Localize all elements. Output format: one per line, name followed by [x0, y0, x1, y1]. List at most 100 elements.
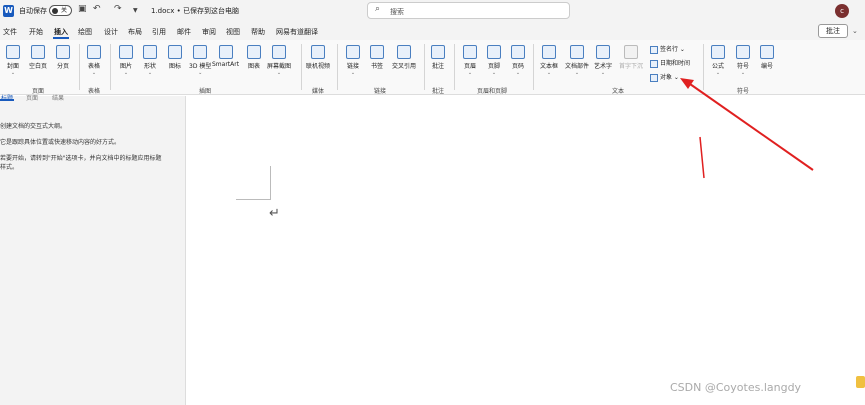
number-button[interactable]: 编号: [760, 45, 774, 70]
online-video-button[interactable]: 联机视频: [306, 45, 330, 70]
picture-label: 图片: [119, 63, 132, 70]
edit-pen-icon[interactable]: [856, 376, 865, 388]
customize-dropdown-icon[interactable]: ▼: [133, 7, 138, 14]
group-divider: [454, 44, 455, 90]
watermark: CSDN @Coyotes.langdy: [670, 381, 802, 394]
date-time-label: 日期和时间: [660, 60, 691, 67]
equation-button[interactable]: 公式 ⌄: [711, 45, 725, 76]
tab-home[interactable]: 开始: [29, 27, 43, 37]
quick-parts-label: 文档部件: [565, 63, 590, 70]
equation-label: 公式: [711, 63, 724, 70]
comment-button[interactable]: 批注: [818, 24, 848, 38]
tab-insert[interactable]: 插入: [54, 27, 68, 37]
nav-tab-results[interactable]: 结果: [52, 93, 64, 102]
wordart-label: 艺术字: [594, 63, 613, 70]
tab-design[interactable]: 设计: [104, 27, 118, 37]
shapes-button[interactable]: 形状 ⌄: [143, 45, 157, 76]
group-label-text: 文本: [612, 88, 625, 95]
group-label-tables: 表格: [88, 88, 101, 95]
blank-page-button[interactable]: 空白页: [29, 45, 47, 70]
save-icon[interactable]: ▣: [78, 4, 87, 14]
document-canvas[interactable]: [187, 96, 865, 405]
group-divider: [424, 44, 425, 90]
tab-file[interactable]: 文件: [3, 27, 17, 37]
tab-help[interactable]: 帮助: [251, 27, 265, 37]
object-button[interactable]: 对象 ⌄: [650, 72, 679, 82]
redo-icon[interactable]: ↷: [114, 4, 122, 14]
signature-line-button[interactable]: 签名行 ⌄: [650, 44, 685, 54]
tab-youdao[interactable]: 网易有道翻译: [276, 27, 318, 37]
tab-view[interactable]: 视图: [226, 27, 240, 37]
insert-comment-label: 批注: [431, 63, 444, 70]
quick-parts-button[interactable]: 文档部件 ⌄: [565, 45, 589, 76]
search-placeholder: 搜索: [390, 8, 404, 16]
undo-icon[interactable]: ↶: [93, 4, 101, 14]
page-break-button[interactable]: 分页: [56, 45, 70, 70]
autosave-toggle[interactable]: 关: [49, 5, 72, 16]
cover-label: 封面: [6, 63, 19, 70]
paragraph-mark: ↵: [269, 206, 280, 221]
table-button[interactable]: 表格 ⌄: [87, 45, 101, 76]
chevron-down-icon[interactable]: ⌄: [852, 27, 858, 35]
link-button[interactable]: 链接 ⌄: [346, 45, 360, 76]
drop-cap-button[interactable]: 首字下沉: [619, 45, 643, 70]
comment-icon: [431, 45, 445, 59]
group-label-links: 链接: [374, 88, 387, 95]
page-number-button[interactable]: 页码 ⌄: [511, 45, 525, 76]
icons-label: 图标: [168, 63, 181, 70]
nav-tab-pages[interactable]: 页面: [26, 93, 38, 102]
tab-mailings[interactable]: 邮件: [177, 27, 191, 37]
signature-icon: [650, 45, 658, 54]
icons-button[interactable]: 图标: [168, 45, 182, 70]
insert-comment-button[interactable]: 批注: [431, 45, 445, 70]
tab-review[interactable]: 审阅: [202, 27, 216, 37]
header-label: 页眉: [463, 63, 476, 70]
smartart-button[interactable]: SmartArt: [212, 45, 239, 68]
nav-pane-tabs: 标题 页面 结果: [0, 93, 186, 102]
quick-parts-icon: [570, 45, 584, 59]
screenshot-button[interactable]: 屏幕截图 ⌄: [267, 45, 291, 76]
symbol-button[interactable]: 符号 ⌄: [736, 45, 750, 76]
avatar[interactable]: c: [835, 4, 849, 18]
number-icon: [760, 45, 774, 59]
cross-reference-button[interactable]: 交叉引用: [392, 45, 416, 70]
header-button[interactable]: 页眉 ⌄: [463, 45, 477, 76]
group-divider: [703, 44, 704, 90]
omega-icon: [736, 45, 750, 59]
textbox-button[interactable]: 文本框 ⌄: [540, 45, 558, 76]
group-label-illustrations: 插图: [199, 88, 212, 95]
signature-line-label: 签名行: [660, 46, 679, 53]
shapes-label: 形状: [143, 63, 156, 70]
wordart-button[interactable]: 艺术字 ⌄: [594, 45, 612, 76]
symbol-label: 符号: [736, 63, 749, 70]
footer-button[interactable]: 页脚 ⌄: [487, 45, 501, 76]
page-number-icon: [511, 45, 525, 59]
group-divider: [110, 44, 111, 90]
cover-icon: [6, 45, 20, 59]
blank-page-icon: [31, 45, 45, 59]
tab-layout[interactable]: 布局: [128, 27, 142, 37]
page-break-label: 分页: [56, 63, 69, 70]
search-box[interactable]: ⌕ 搜索: [367, 2, 570, 19]
cover-button[interactable]: 封面 ⌄: [6, 45, 20, 76]
chart-label: 图表: [247, 63, 260, 70]
active-tab-indicator: [53, 37, 69, 39]
page-number-label: 页码: [511, 63, 524, 70]
nav-tab-indicator: [0, 99, 14, 101]
bookmark-button[interactable]: 书签: [370, 45, 384, 70]
drop-cap-icon: [624, 45, 638, 59]
online-video-label: 联机视频: [306, 63, 331, 70]
cube-icon: [193, 45, 208, 59]
tab-draw[interactable]: 绘图: [78, 27, 92, 37]
footer-icon: [487, 45, 501, 59]
header-icon: [463, 45, 477, 59]
picture-button[interactable]: 图片 ⌄: [119, 45, 133, 76]
autosave-label: 自动保存: [19, 7, 47, 15]
nav-hint-line-4: 样式。: [0, 164, 19, 171]
nav-hint-line-2: 它是跟踪具体位置或快速移动内容的好方式。: [0, 139, 121, 146]
tab-references[interactable]: 引用: [152, 27, 166, 37]
smartart-icon: [218, 45, 233, 59]
chart-button[interactable]: 图表: [247, 45, 261, 70]
date-time-button[interactable]: 日期和时间: [650, 58, 690, 68]
3d-model-button[interactable]: 3D 模型 ⌄: [189, 45, 211, 76]
